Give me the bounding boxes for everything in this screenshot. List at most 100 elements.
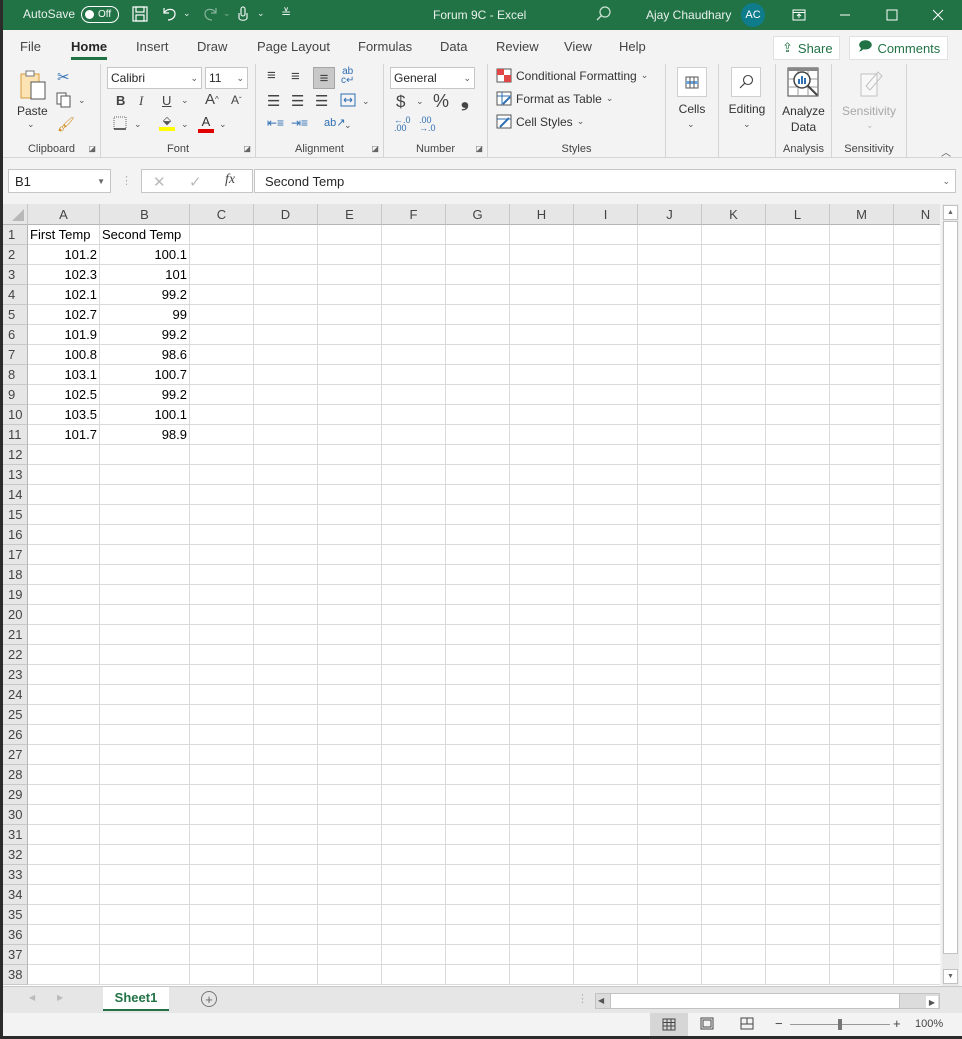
align-right-icon[interactable]: ☰	[315, 92, 328, 110]
cell-j33[interactable]	[638, 865, 702, 885]
cell-b7[interactable]: 98.6	[100, 345, 190, 365]
cell-g25[interactable]	[446, 705, 510, 725]
cell-c12[interactable]	[190, 445, 254, 465]
cell-c38[interactable]	[190, 965, 254, 985]
cell-m22[interactable]	[830, 645, 894, 665]
cell-a16[interactable]	[28, 525, 100, 545]
cell-l31[interactable]	[766, 825, 830, 845]
row-header-29[interactable]: 29	[3, 785, 28, 805]
analyze-data-button[interactable]: Analyze Data	[776, 103, 831, 135]
cell-g16[interactable]	[446, 525, 510, 545]
paste-label[interactable]: Paste	[17, 104, 48, 118]
cell-a38[interactable]	[28, 965, 100, 985]
cell-h27[interactable]	[510, 745, 574, 765]
cell-d29[interactable]	[254, 785, 318, 805]
cell-g36[interactable]	[446, 925, 510, 945]
cell-c18[interactable]	[190, 565, 254, 585]
cell-f29[interactable]	[382, 785, 446, 805]
row-header-7[interactable]: 7	[3, 345, 28, 365]
cell-a10[interactable]: 103.5	[28, 405, 100, 425]
cell-f24[interactable]	[382, 685, 446, 705]
cell-k19[interactable]	[702, 585, 766, 605]
insert-function-icon[interactable]: fx	[225, 172, 235, 188]
more-options-icon[interactable]: ⋮	[121, 174, 132, 187]
cell-h15[interactable]	[510, 505, 574, 525]
row-header-31[interactable]: 31	[3, 825, 28, 845]
merge-dropdown-icon[interactable]: ⌄	[362, 96, 370, 107]
cell-f33[interactable]	[382, 865, 446, 885]
cell-e2[interactable]	[318, 245, 382, 265]
cell-b38[interactable]	[100, 965, 190, 985]
cell-i6[interactable]	[574, 325, 638, 345]
close-button[interactable]	[915, 0, 961, 30]
cell-b1[interactable]: Second Temp	[100, 225, 190, 245]
increase-decimal-icon[interactable]: ←.0.00	[394, 116, 411, 133]
font-color-dropdown-icon[interactable]: ⌄	[219, 119, 227, 130]
cell-a17[interactable]	[28, 545, 100, 565]
cell-n2[interactable]	[894, 245, 940, 265]
underline-icon[interactable]: U	[162, 93, 171, 108]
column-header-i[interactable]: I	[574, 204, 638, 225]
cell-l36[interactable]	[766, 925, 830, 945]
cell-d37[interactable]	[254, 945, 318, 965]
cell-m9[interactable]	[830, 385, 894, 405]
cell-g33[interactable]	[446, 865, 510, 885]
cell-g7[interactable]	[446, 345, 510, 365]
currency-icon[interactable]: $	[396, 92, 405, 112]
cell-c3[interactable]	[190, 265, 254, 285]
cell-c14[interactable]	[190, 485, 254, 505]
cell-i31[interactable]	[574, 825, 638, 845]
cell-l14[interactable]	[766, 485, 830, 505]
cell-g11[interactable]	[446, 425, 510, 445]
minimize-button[interactable]	[822, 0, 868, 30]
cell-h18[interactable]	[510, 565, 574, 585]
alignment-launcher-icon[interactable]: ◪	[371, 144, 379, 153]
redo-dropdown-icon[interactable]: ⌄	[223, 8, 231, 19]
row-header-23[interactable]: 23	[3, 665, 28, 685]
cell-j6[interactable]	[638, 325, 702, 345]
cell-a18[interactable]	[28, 565, 100, 585]
cell-a31[interactable]	[28, 825, 100, 845]
cell-b11[interactable]: 98.9	[100, 425, 190, 445]
cell-n23[interactable]	[894, 665, 940, 685]
cell-c10[interactable]	[190, 405, 254, 425]
clipboard-launcher-icon[interactable]: ◪	[88, 144, 96, 153]
middle-align-icon[interactable]: ≡	[291, 68, 300, 85]
cell-l8[interactable]	[766, 365, 830, 385]
cell-l35[interactable]	[766, 905, 830, 925]
tab-draw[interactable]: Draw	[197, 39, 227, 54]
cell-m12[interactable]	[830, 445, 894, 465]
cell-b36[interactable]	[100, 925, 190, 945]
cell-i21[interactable]	[574, 625, 638, 645]
cell-j22[interactable]	[638, 645, 702, 665]
cell-d18[interactable]	[254, 565, 318, 585]
cell-j30[interactable]	[638, 805, 702, 825]
scroll-left-icon[interactable]: ◀	[598, 996, 604, 1005]
cell-a32[interactable]	[28, 845, 100, 865]
cell-j3[interactable]	[638, 265, 702, 285]
cell-b14[interactable]	[100, 485, 190, 505]
zoom-slider[interactable]	[790, 1019, 890, 1030]
cell-i11[interactable]	[574, 425, 638, 445]
cell-f28[interactable]	[382, 765, 446, 785]
cell-l9[interactable]	[766, 385, 830, 405]
cell-c17[interactable]	[190, 545, 254, 565]
cell-e19[interactable]	[318, 585, 382, 605]
horizontal-scroll-thumb[interactable]	[610, 994, 900, 1008]
scroll-up-icon[interactable]: ▲	[943, 205, 958, 220]
worksheet-grid[interactable]: A B C D E F G H I J K L M N 1 First Temp Second Temp 2 101…	[3, 204, 940, 986]
cell-k33[interactable]	[702, 865, 766, 885]
column-header-e[interactable]: E	[318, 204, 382, 225]
row-header-22[interactable]: 22	[3, 645, 28, 665]
cell-c2[interactable]	[190, 245, 254, 265]
cell-i37[interactable]	[574, 945, 638, 965]
cell-k6[interactable]	[702, 325, 766, 345]
cell-b16[interactable]	[100, 525, 190, 545]
cell-b37[interactable]	[100, 945, 190, 965]
cell-j24[interactable]	[638, 685, 702, 705]
tab-page-layout[interactable]: Page Layout	[257, 39, 330, 54]
cell-d31[interactable]	[254, 825, 318, 845]
cell-c8[interactable]	[190, 365, 254, 385]
cell-m23[interactable]	[830, 665, 894, 685]
conditional-formatting-button[interactable]: Conditional Formatting ⌄	[496, 68, 648, 83]
